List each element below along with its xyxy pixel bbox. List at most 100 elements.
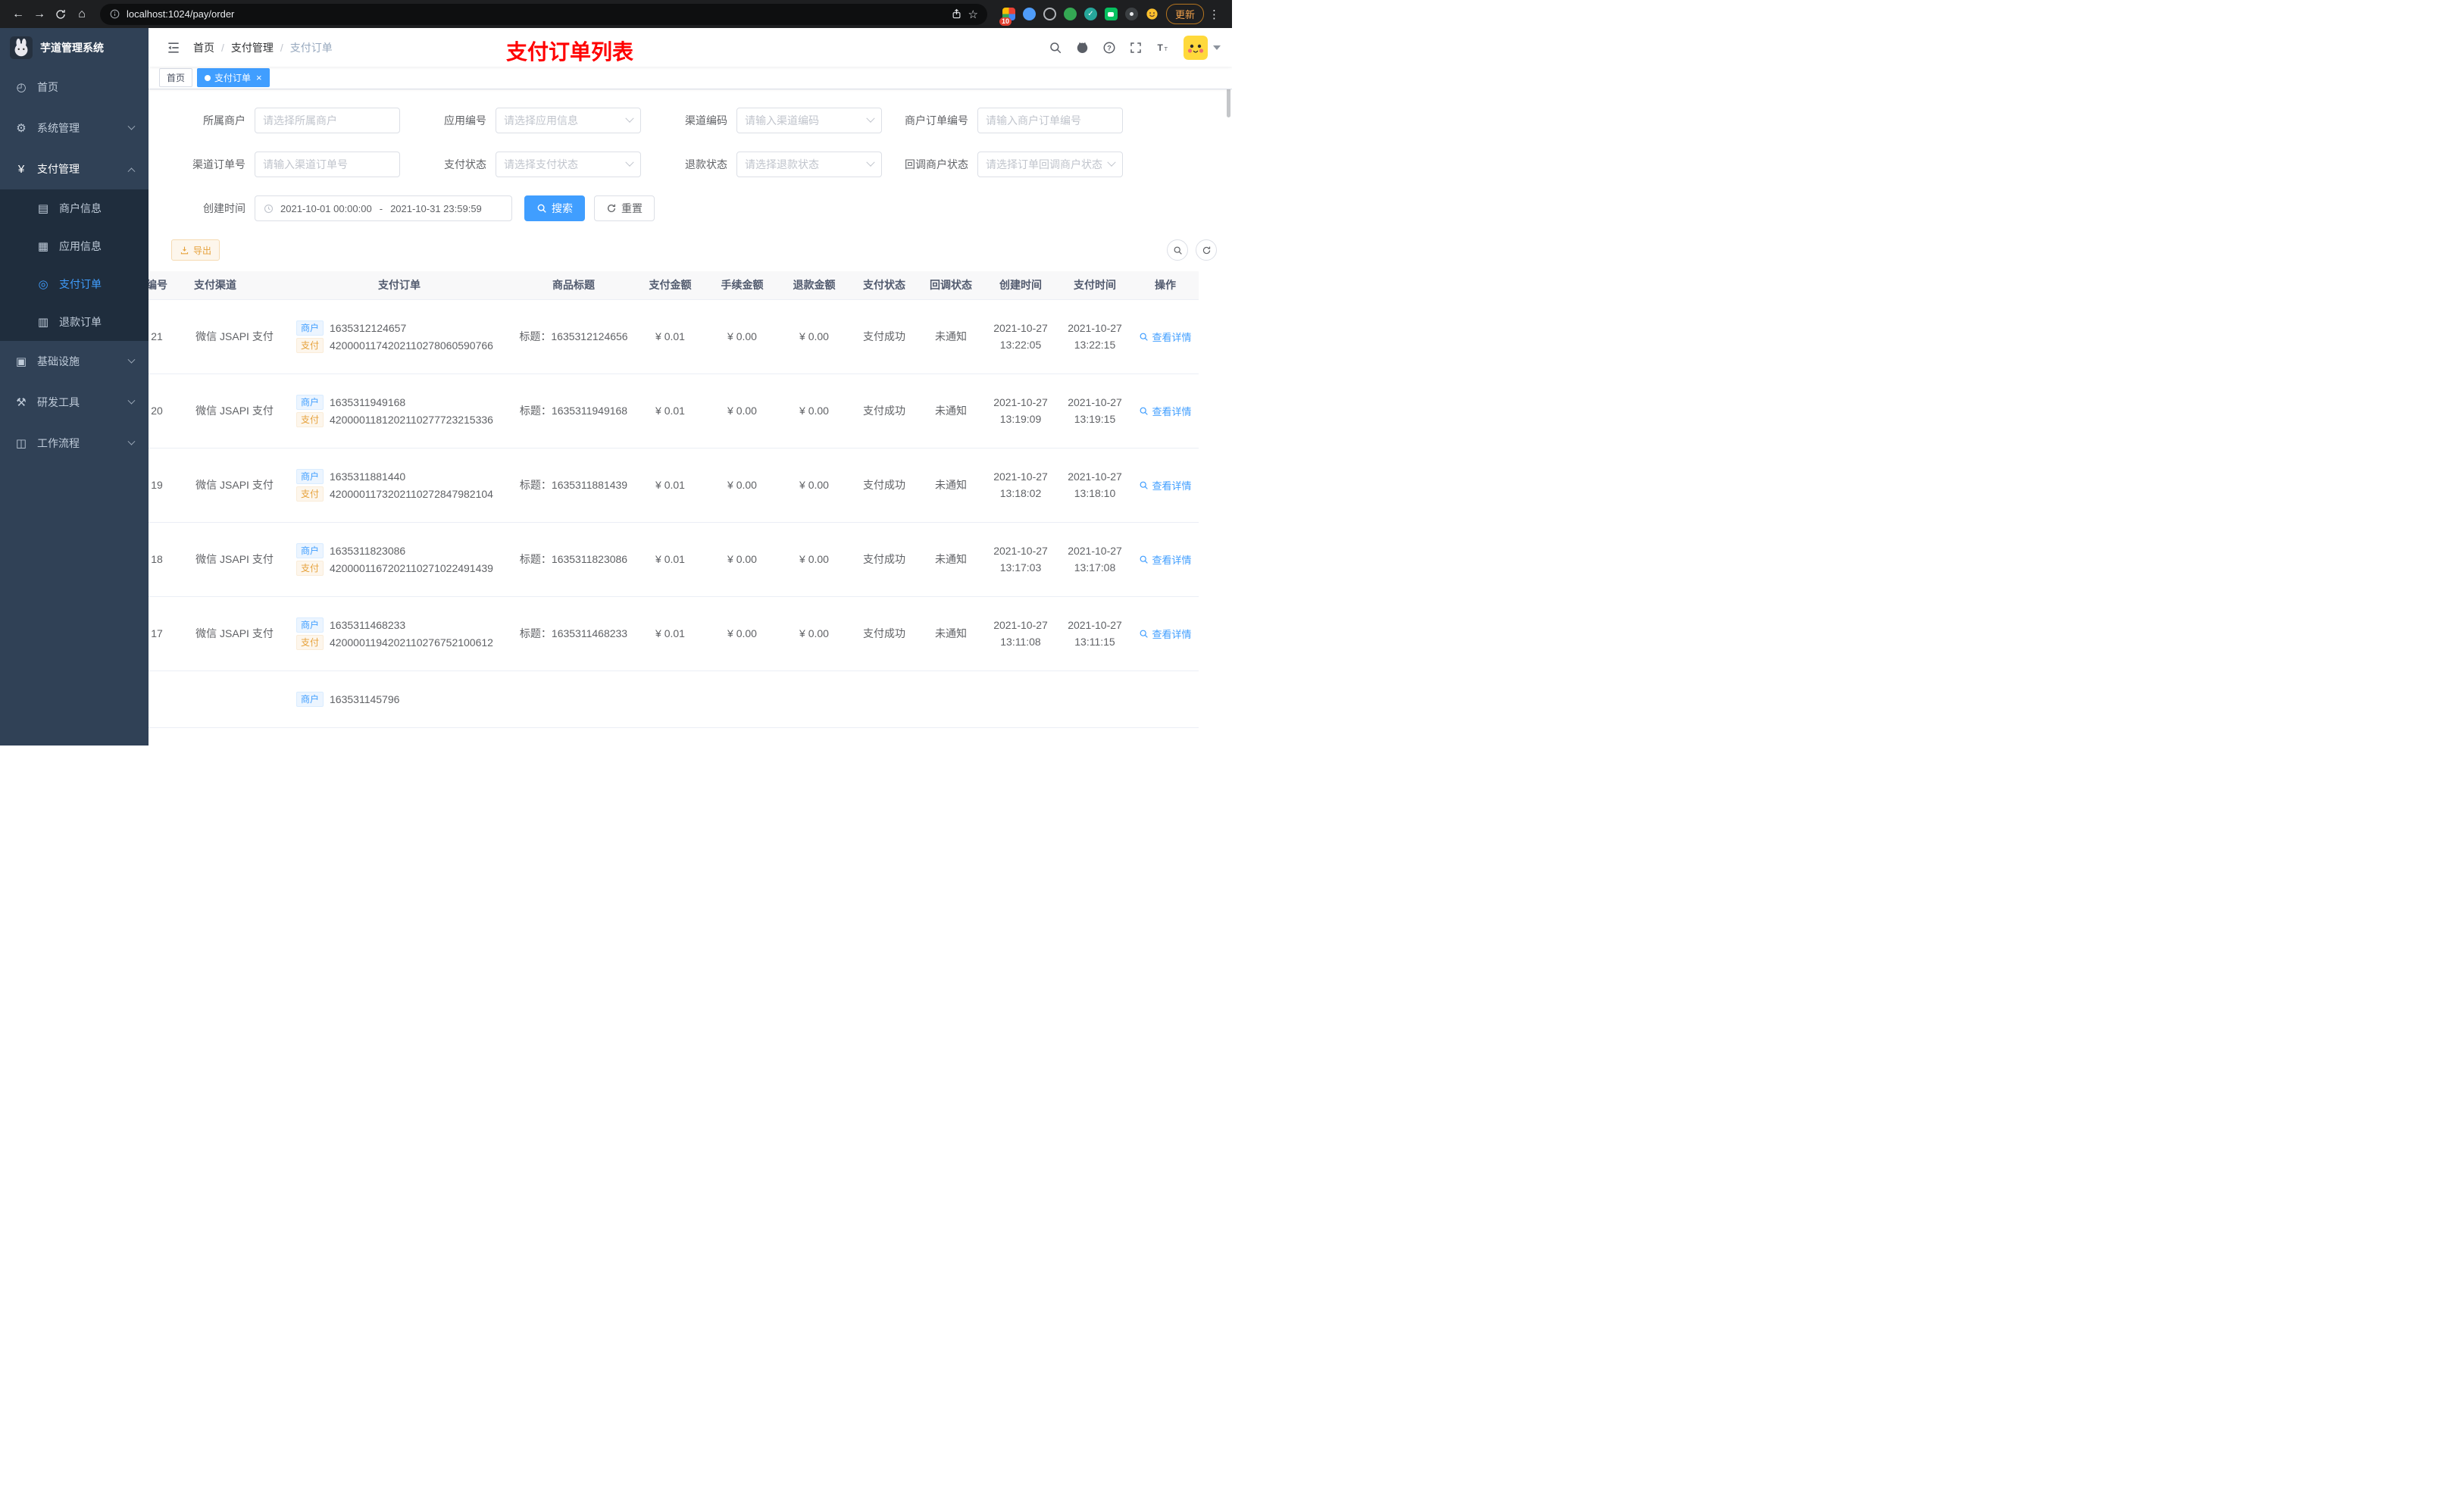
sidebar-item-refund-order[interactable]: ▥ 退款订单	[0, 303, 149, 341]
filter-pay-status: 支付状态	[412, 152, 641, 177]
chevron-down-icon	[866, 114, 875, 123]
chrome-profile-avatar[interactable]	[1146, 8, 1159, 20]
cell-title: 标题：1635311949168	[513, 374, 634, 449]
github-icon[interactable]	[1075, 40, 1090, 55]
column-header: 回调状态	[918, 271, 983, 300]
view-detail-link[interactable]: 查看详情	[1139, 627, 1192, 641]
extension-icon-ring[interactable]	[1043, 8, 1056, 20]
collapse-sidebar-icon[interactable]	[160, 40, 187, 55]
address-bar[interactable]: localhost:1024/pay/order ☆	[100, 3, 987, 25]
extension-badge: 10	[999, 17, 1012, 26]
sidebar-item-home[interactable]: ◴ 首页	[0, 67, 149, 108]
share-icon[interactable]	[951, 8, 962, 20]
cell-action: 查看详情	[1132, 596, 1199, 671]
cell-notify-status: 未通知	[918, 522, 983, 597]
cell-title: 标题：1635312124656	[513, 299, 634, 374]
app-title: 芋道管理系统	[40, 41, 104, 54]
merchant-input[interactable]	[255, 108, 400, 133]
filter-label: 所属商户	[203, 114, 245, 127]
table-toolbar: 导出	[149, 239, 1232, 261]
app-select-field[interactable]	[504, 114, 622, 127]
user-menu[interactable]	[1184, 35, 1221, 60]
column-header: 支付渠道	[183, 271, 286, 300]
sidebar: 芋道管理系统 ◴ 首页 ⚙ 系统管理 ¥ 支付管理 ▤ 商户信息 ▦ 应用信息 …	[0, 28, 149, 746]
breadcrumb-pay[interactable]: 支付管理	[231, 40, 274, 55]
tool-icon: ⚒	[16, 396, 27, 409]
app-logo[interactable]: 芋道管理系统	[0, 28, 149, 67]
notify-status-select[interactable]	[977, 152, 1123, 177]
toggle-search-button[interactable]	[1167, 239, 1188, 261]
extension-icon-wechat[interactable]	[1104, 8, 1118, 20]
sidebar-item-workflow[interactable]: ◫ 工作流程	[0, 423, 149, 464]
tab-home[interactable]: 首页	[159, 68, 193, 87]
view-detail-link[interactable]: 查看详情	[1139, 404, 1192, 418]
extension-icon-blue[interactable]	[1022, 8, 1036, 20]
url-text: localhost:1024/pay/order	[127, 8, 235, 20]
extension-icon-green[interactable]	[1063, 8, 1077, 20]
export-button[interactable]: 导出	[171, 239, 220, 261]
channel-code-field[interactable]	[745, 114, 863, 127]
cell-refund-amount: ¥ 0.00	[778, 522, 850, 597]
sidebar-item-system[interactable]: ⚙ 系统管理	[0, 108, 149, 148]
back-button[interactable]: ←	[8, 4, 29, 25]
svg-text:T: T	[1158, 42, 1164, 52]
channel-code-select[interactable]	[736, 108, 882, 133]
table-row: 21 微信 JSAPI 支付 商户 1635312124657 支付 42000…	[149, 299, 1199, 374]
bookmark-star-icon[interactable]: ☆	[968, 8, 978, 21]
notify-status-field[interactable]	[986, 158, 1104, 170]
chrome-update-button[interactable]: 更新	[1165, 4, 1204, 24]
home-button[interactable]: ⌂	[71, 4, 92, 25]
extension-icon-grid[interactable]: 10	[999, 8, 1015, 26]
view-detail-link[interactable]: 查看详情	[1139, 552, 1192, 567]
cell-pay-order: 商户 1635312124657 支付 42000011742021102780…	[286, 299, 513, 374]
channel-order-no-field[interactable]	[263, 158, 392, 170]
cell-title: 标题：1635311881439	[513, 448, 634, 523]
reload-button[interactable]	[50, 4, 71, 25]
view-detail-link[interactable]: 查看详情	[1139, 478, 1192, 492]
filter-form: 所属商户 应用编号 渠道编码	[149, 89, 1232, 221]
pay-tag: 支付	[296, 486, 324, 502]
search-icon[interactable]	[1049, 41, 1062, 55]
channel-order-no-input[interactable]	[255, 152, 400, 177]
sidebar-item-app-info[interactable]: ▦ 应用信息	[0, 227, 149, 265]
search-button[interactable]: 搜索	[524, 195, 585, 221]
date-range-picker[interactable]: 2021-10-01 00:00:00 - 2021-10-31 23:59:5…	[255, 195, 512, 221]
merchant-order-no-field[interactable]	[986, 114, 1115, 127]
pay-status-field[interactable]	[504, 158, 622, 170]
sidebar-item-pay[interactable]: ¥ 支付管理	[0, 148, 149, 189]
font-size-icon[interactable]: TT	[1155, 41, 1171, 55]
refresh-table-button[interactable]	[1196, 239, 1217, 261]
cell-id: 18	[149, 522, 183, 597]
merchant-order-no-input[interactable]	[977, 108, 1123, 133]
cell-pay-amount: ¥ 0.01	[634, 374, 706, 449]
forward-button[interactable]: →	[29, 4, 50, 25]
view-detail-link[interactable]: 查看详情	[1139, 330, 1192, 344]
close-tab-icon[interactable]: ×	[256, 73, 262, 83]
fullscreen-icon[interactable]	[1129, 41, 1143, 55]
breadcrumb-home[interactable]: 首页	[193, 40, 214, 55]
sidebar-item-infra[interactable]: ▣ 基础设施	[0, 341, 149, 382]
cell-refund-amount: ¥ 0.00	[778, 374, 850, 449]
chrome-menu-icon[interactable]: ⋮	[1204, 8, 1224, 21]
help-icon[interactable]: ?	[1102, 41, 1116, 55]
refund-status-select[interactable]	[736, 152, 882, 177]
app-select[interactable]	[496, 108, 641, 133]
reset-button[interactable]: 重置	[594, 195, 655, 221]
top-navbar: 首页 / 支付管理 / 支付订单 支付订单列表 ? T T	[149, 28, 1232, 67]
site-info-icon[interactable]	[109, 8, 120, 20]
column-header: 支付订单	[286, 271, 513, 300]
sidebar-item-pay-order[interactable]: ◎ 支付订单	[0, 265, 149, 303]
svg-text:T: T	[1165, 45, 1168, 52]
extension-icon-check[interactable]: ✓	[1083, 8, 1097, 20]
order-table: 编号 支付渠道 支付订单 商品标题 支付金额 手续金额 退款金额 支付状态 回调…	[149, 271, 1232, 728]
cell-pay-status: 支付成功	[850, 448, 918, 523]
pay-status-select[interactable]	[496, 152, 641, 177]
merchant-input-field[interactable]	[263, 114, 392, 127]
sidebar-item-merchant-info[interactable]: ▤ 商户信息	[0, 189, 149, 227]
merchant-tag: 商户	[296, 394, 324, 410]
refund-status-field[interactable]	[745, 158, 863, 170]
extensions-area: 10 ✓	[999, 8, 1159, 26]
tab-pay-order[interactable]: 支付订单 ×	[197, 68, 270, 87]
sidebar-item-devtool[interactable]: ⚒ 研发工具	[0, 382, 149, 423]
extension-icon-ball[interactable]	[1124, 8, 1138, 20]
